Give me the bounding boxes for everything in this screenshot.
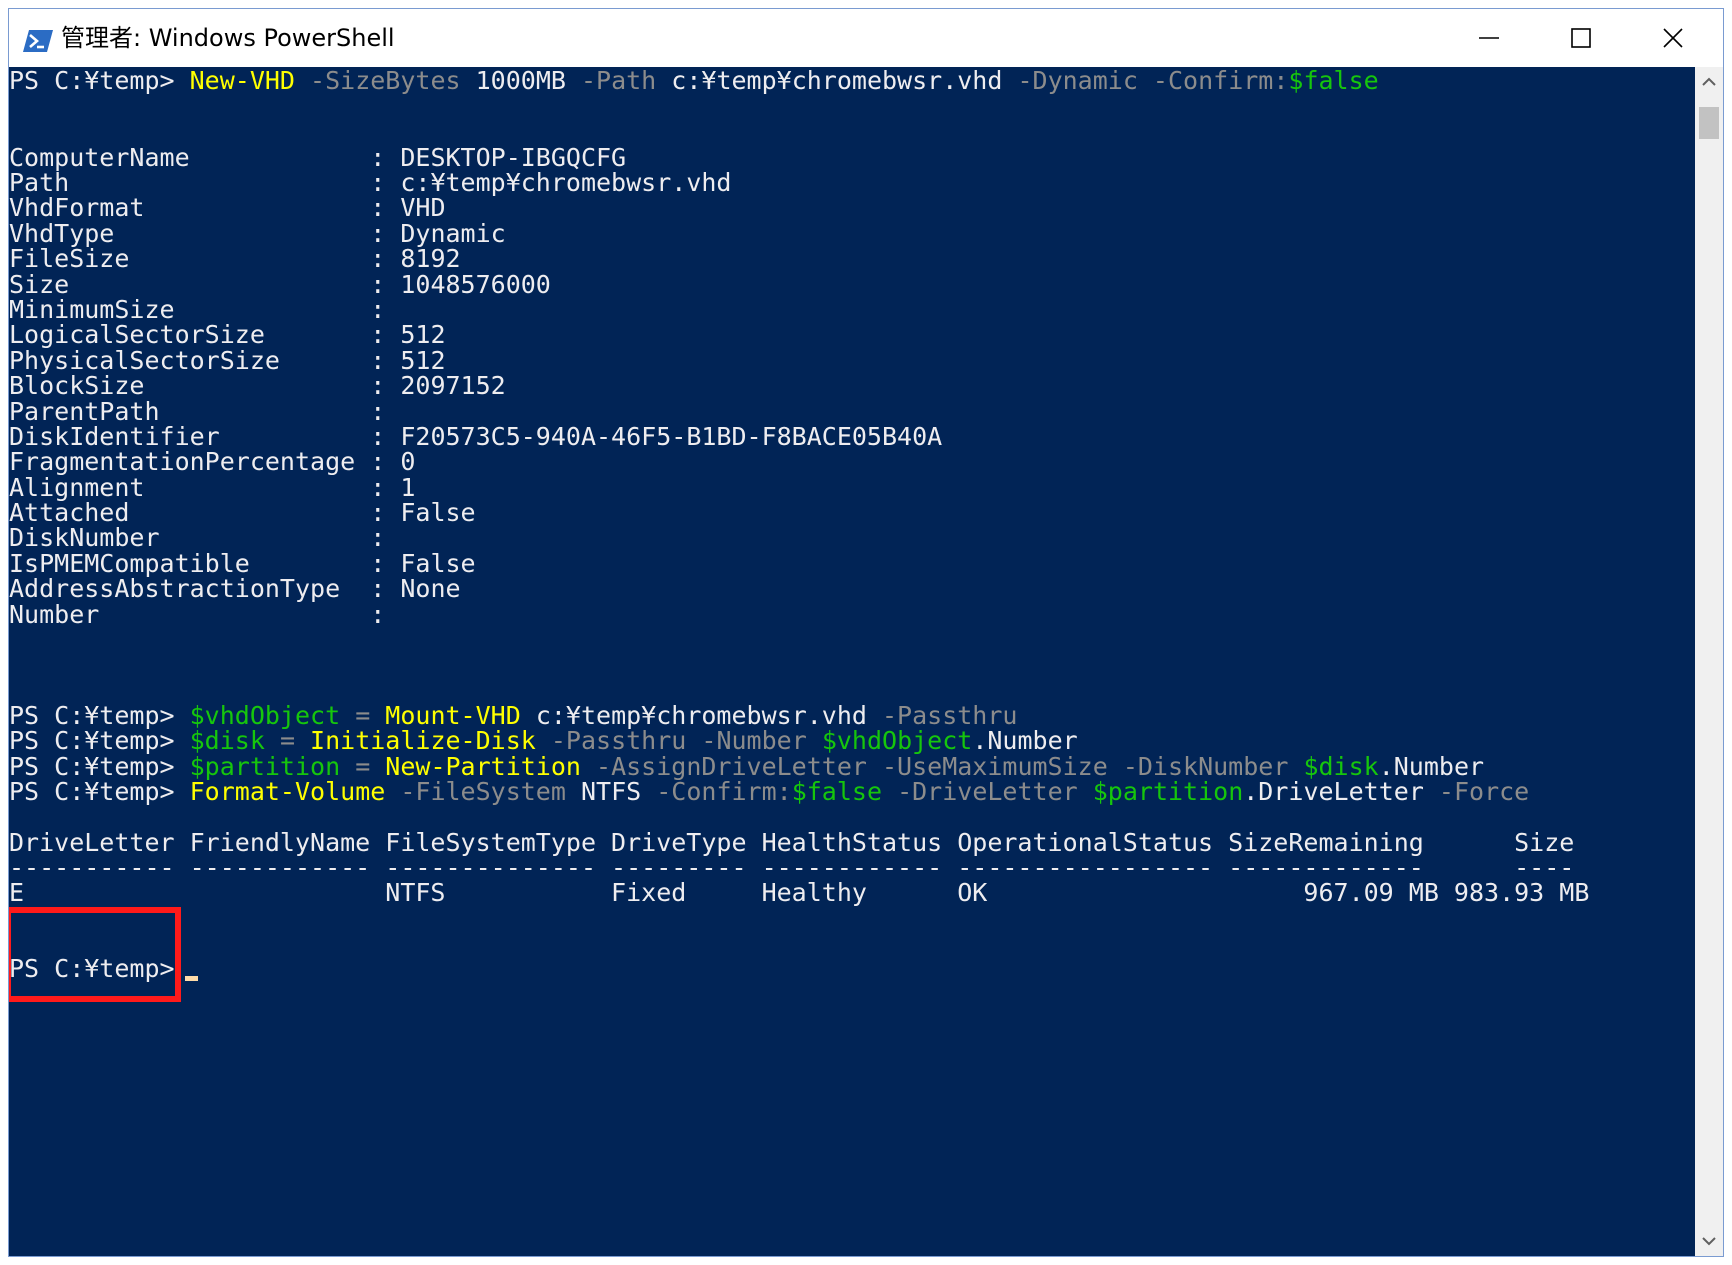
property-row: BlockSize : 2097152 <box>9 372 506 400</box>
property-value: 1048576000 <box>400 270 551 299</box>
property-value: F20573C5-940A-46F5-B1BD-F8BACE05B40A <box>400 422 943 451</box>
variable: $disk <box>189 726 265 755</box>
variable: $vhdObject <box>821 726 973 755</box>
property-separator: : <box>355 600 401 629</box>
vertical-scrollbar[interactable] <box>1695 67 1723 1256</box>
property-name: AddressAbstractionType <box>9 574 356 603</box>
variable: $false <box>791 777 883 806</box>
property-name: Number <box>9 600 356 629</box>
cmdlet: New-VHD <box>189 67 295 95</box>
property-name: VhdFormat <box>9 193 356 222</box>
property-row: FileSize : 8192 <box>9 245 461 273</box>
property-row: AddressAbstractionType : None <box>9 575 461 603</box>
property-separator: : <box>355 371 401 400</box>
operator: = <box>264 726 311 755</box>
command-line-initialize-disk: PS C:¥temp> $disk = Initialize-Disk -Pas… <box>9 727 1078 755</box>
property-value: 2097152 <box>400 371 506 400</box>
property-row: LogicalSectorSize : 512 <box>9 321 446 349</box>
parameter: -Path <box>565 67 657 95</box>
command-line-format-volume: PS C:¥temp> Format-Volume -FileSystem NT… <box>9 778 1529 806</box>
property-row: FragmentationPercentage : 0 <box>9 448 415 476</box>
argument: 1000MB <box>460 67 566 95</box>
property-name: DiskNumber <box>9 523 356 552</box>
parameter: -FileSystem <box>385 777 566 806</box>
powershell-icon <box>23 30 53 52</box>
property-separator: : <box>355 244 401 273</box>
parameter: -DriveLetter <box>882 777 1093 806</box>
property-access: .Number <box>972 726 1078 755</box>
cmdlet: Format-Volume <box>189 777 386 806</box>
maximize-icon <box>1571 28 1591 48</box>
property-value: 512 <box>400 320 446 349</box>
property-value: None <box>400 574 461 603</box>
command-line-new-vhd: PS C:¥temp> New-VHD -SizeBytes 1000MB -P… <box>9 67 1379 95</box>
cmdlet: Initialize-Disk <box>310 726 536 755</box>
property-name: FileSize <box>9 244 356 273</box>
parameter: -Dynamic -Confirm: <box>1002 67 1289 95</box>
parameter: -Force <box>1423 777 1530 806</box>
prompt: PS C:¥temp> <box>9 726 190 755</box>
property-separator: : <box>355 447 401 476</box>
console-output[interactable]: PS C:¥temp> New-VHD -SizeBytes 1000MB -P… <box>9 67 1695 1256</box>
window-title: 管理者: Windows PowerShell <box>61 24 395 52</box>
close-button[interactable] <box>1627 9 1719 67</box>
scroll-down-button[interactable] <box>1695 1226 1723 1256</box>
property-separator: : <box>355 193 401 222</box>
scrollbar-thumb[interactable] <box>1699 107 1719 139</box>
variable: $partition <box>1092 777 1244 806</box>
table-row: E NTFS Fixed Healthy OK 967.09 MB 983.93… <box>9 878 1590 907</box>
minimize-button[interactable] <box>1443 9 1535 67</box>
property-separator: : <box>355 574 401 603</box>
property-value: 8192 <box>400 244 461 273</box>
title-bar[interactable]: 管理者: Windows PowerShell <box>9 9 1723 67</box>
parameter: -SizeBytes <box>294 67 461 95</box>
maximize-button[interactable] <box>1535 9 1627 67</box>
prompt: PS C:¥temp> <box>9 777 190 806</box>
property-value: VHD <box>400 193 446 222</box>
property-row: Number : <box>9 601 400 629</box>
powershell-window: 管理者: Windows PowerShell PS C:¥temp> New-… <box>8 8 1724 1257</box>
argument: NTFS <box>565 777 642 806</box>
property-value: 0 <box>400 447 416 476</box>
chevron-down-icon <box>1702 1237 1716 1246</box>
property-value: c:¥temp¥chromebwsr.vhd <box>400 168 732 197</box>
variable: $false <box>1288 67 1379 95</box>
close-icon <box>1663 28 1683 48</box>
scroll-up-button[interactable] <box>1695 67 1723 97</box>
property-row: DiskNumber : <box>9 524 400 552</box>
minimize-icon <box>1479 37 1499 39</box>
property-name: BlockSize <box>9 371 356 400</box>
property-separator: : <box>355 320 401 349</box>
chevron-up-icon <box>1702 77 1716 86</box>
property-name: LogicalSectorSize <box>9 320 356 349</box>
text-cursor <box>184 976 198 981</box>
argument: c:¥temp¥chromebwsr.vhd <box>656 67 1003 95</box>
annotation-highlight-box <box>9 907 181 1002</box>
property-name: FragmentationPercentage <box>9 447 356 476</box>
parameter: -Passthru -Number <box>535 726 822 755</box>
property-row: VhdFormat : VHD <box>9 194 446 222</box>
property-access: .DriveLetter <box>1243 777 1424 806</box>
property-separator: : <box>355 523 401 552</box>
property-value: False <box>400 498 476 527</box>
prompt: PS C:¥temp> <box>9 67 190 95</box>
parameter: -Confirm: <box>641 777 792 806</box>
